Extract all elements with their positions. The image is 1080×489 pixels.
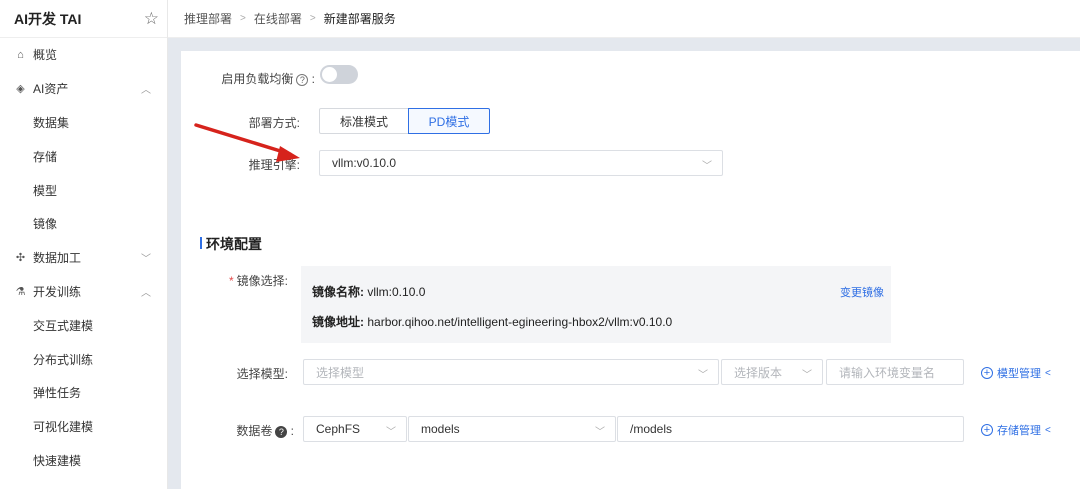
sidebar-header: AI开发 TAI ☆ <box>0 0 167 38</box>
chevron-down-icon: ﹀ <box>702 161 712 172</box>
env-var-input[interactable]: 请输入环境变量名 <box>826 359 964 385</box>
toggle-knob <box>322 67 337 82</box>
sidebar-item[interactable]: ◈ AI资产 ︿ <box>0 72 167 106</box>
breadcrumb-item-online[interactable]: 在线部署 <box>254 10 302 27</box>
chevron-right-icon: > <box>309 13 316 24</box>
sidebar-item[interactable]: 分布式训练 <box>0 342 167 376</box>
chevron-up-icon: ︿ <box>141 287 151 299</box>
engine-value: vllm:v0.10.0 <box>332 156 397 170</box>
mirror-info-box: 镜像名称: vllm:0.10.0 变更镜像 镜像地址: harbor.qiho… <box>301 266 891 343</box>
model-select-label: 选择模型: <box>236 367 288 381</box>
sidebar-item[interactable]: 数据集 <box>0 106 167 140</box>
sidebar-item-label: 数据集 <box>33 115 70 130</box>
model-select[interactable]: 选择模型 ﹀ <box>303 359 719 385</box>
plus-circle-icon: + <box>981 424 993 436</box>
sidebar-item-label: 快速建模 <box>33 453 82 468</box>
sidebar-item-label: 弹性任务 <box>33 386 82 401</box>
volume-type-select[interactable]: CephFS ﹀ <box>303 416 407 442</box>
model-manage-button[interactable]: + 模型管理 < <box>981 365 1051 381</box>
sidebar-item[interactable]: ⚗ 开发训练 ︿ <box>0 275 167 309</box>
sidebar-item[interactable]: 存储 <box>0 139 167 173</box>
mirror-label: * 镜像选择: <box>200 272 288 289</box>
version-select[interactable]: 选择版本 ﹀ <box>721 359 823 385</box>
load-balance-label: 启用负载均衡? : <box>221 72 315 86</box>
chevron-down-icon: ﹀ <box>698 370 708 381</box>
chevron-right-icon: > <box>240 13 246 24</box>
mirror-name: 镜像名称: vllm:0.10.0 <box>312 283 425 300</box>
asset-icon: ◈ <box>16 83 25 96</box>
mirror-name-key: 镜像名称: <box>312 285 364 299</box>
sidebar-item[interactable]: 交互式建模 <box>0 308 167 342</box>
volume-label: 数据卷? : <box>236 424 294 438</box>
sidebar-item-label: 可视化建模 <box>33 420 94 435</box>
version-select-placeholder: 选择版本 <box>734 365 783 380</box>
mirror-addr-key: 镜像地址: <box>312 315 364 329</box>
sidebar-item-label: 镜像 <box>33 217 58 232</box>
breadcrumb-item-current: 新建部署服务 <box>323 12 396 26</box>
chevron-down-icon: ﹀ <box>141 254 151 266</box>
content-gutter <box>168 38 181 489</box>
plus-circle-icon: + <box>981 367 993 379</box>
volume-type-value: CephFS <box>316 422 361 436</box>
chevron-down-icon: ﹀ <box>802 370 812 381</box>
breadcrumb: 推理部署 > 在线部署 > 新建部署服务 <box>168 0 1080 38</box>
sidebar-item[interactable]: ✣ 数据加工 ﹀ <box>0 241 167 275</box>
env-section-title: 环境配置 <box>206 236 262 252</box>
load-balance-toggle[interactable] <box>320 65 358 84</box>
sidebar-item[interactable]: 弹性任务 <box>0 376 167 410</box>
sidebar: AI开发 TAI ☆ ⌂ 概览 ◈ AI资产 ︿ 数据集存储模型镜像 ✣ 数据加工 ﹀ ⚗ 开发训练… <box>0 0 168 489</box>
sidebar-item-label: 数据加工 <box>33 251 82 266</box>
mirror-name-value: vllm:0.10.0 <box>367 285 426 299</box>
volume-path-input[interactable]: /models <box>617 416 964 442</box>
star-icon[interactable]: ☆ <box>144 9 159 29</box>
volume-name-select[interactable]: models ﹀ <box>408 416 616 442</box>
env-var-placeholder: 请输入环境变量名 <box>839 365 936 380</box>
sidebar-item[interactable]: 快速建模 <box>0 444 167 478</box>
data-process-icon: ✣ <box>15 252 26 265</box>
content-divider <box>168 38 1080 51</box>
mirror-address: 镜像地址: harbor.qihoo.net/intelligent-egine… <box>312 313 672 330</box>
deploy-mode-standard[interactable]: 标准模式 <box>319 108 409 134</box>
section-marker <box>200 237 202 249</box>
sidebar-item-label: 分布式训练 <box>33 352 94 367</box>
sidebar-item[interactable]: 可视化建模 <box>0 410 167 444</box>
model-select-placeholder: 选择模型 <box>316 365 365 380</box>
chevron-down-icon: ﹀ <box>595 427 605 438</box>
breadcrumb-item-deploy[interactable]: 推理部署 <box>184 10 232 27</box>
deploy-mode-pd[interactable]: PD模式 <box>408 108 490 134</box>
sidebar-item[interactable]: ⌂ 概览 <box>0 38 167 72</box>
sidebar-item-label: 概览 <box>33 48 58 63</box>
sidebar-item[interactable]: 镜像 <box>0 207 167 241</box>
model-manage-label: 模型管理 <box>997 368 1041 380</box>
home-icon: ⌂ <box>17 48 24 61</box>
train-icon: ⚗ <box>15 285 26 298</box>
chevron-up-icon: ︿ <box>141 85 151 97</box>
volume-label-text: 数据卷 <box>236 424 273 438</box>
sidebar-item-label: 开发训练 <box>33 284 82 299</box>
storage-manage-label: 存储管理 <box>997 425 1041 437</box>
chevron-down-icon: ﹀ <box>386 427 396 438</box>
required-mark: * <box>228 274 234 288</box>
load-balance-label-text: 启用负载均衡 <box>221 72 294 86</box>
engine-select[interactable]: vllm:v0.10.0 ﹀ <box>319 150 723 176</box>
storage-manage-button[interactable]: + 存储管理 < <box>981 422 1051 438</box>
volume-name-value: models <box>421 422 460 436</box>
help-icon[interactable]: ? <box>275 426 288 438</box>
share-icon: < <box>1045 367 1051 379</box>
deploy-mode-label: 部署方式: <box>248 116 300 130</box>
engine-label: 推理引擎: <box>248 158 300 172</box>
sidebar-item-label: 存储 <box>33 149 58 164</box>
help-icon[interactable]: ? <box>296 74 309 86</box>
sidebar-item-label: 交互式建模 <box>33 318 94 333</box>
sidebar-item[interactable]: 模型 <box>0 173 167 207</box>
change-mirror-link[interactable]: 变更镜像 <box>840 284 884 300</box>
mirror-addr-value: harbor.qihoo.net/intelligent-egineering-… <box>367 315 673 329</box>
mirror-label-text: 镜像选择: <box>236 274 288 288</box>
sidebar-item-label: AI资产 <box>33 82 69 97</box>
app-title: AI开发 TAI <box>14 10 82 27</box>
share-icon: < <box>1045 424 1051 436</box>
sidebar-item-label: 模型 <box>33 183 58 198</box>
volume-path-value: /models <box>630 422 673 436</box>
